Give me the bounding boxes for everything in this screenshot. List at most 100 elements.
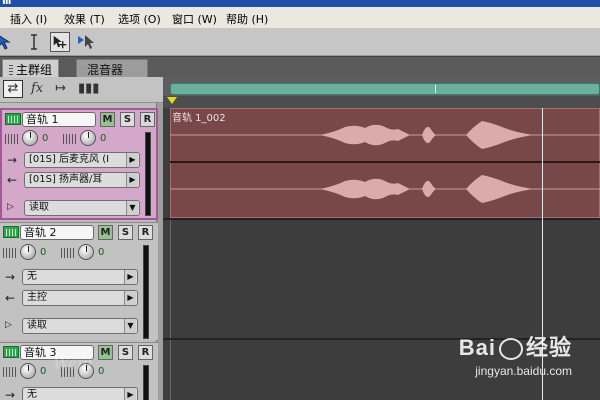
solo-button[interactable]: S	[118, 225, 133, 240]
chevron-right-icon: ▶	[124, 291, 136, 305]
playhead-marker-icon[interactable]	[167, 97, 177, 104]
zoom-navigator-bar[interactable]	[170, 83, 600, 95]
menu-window[interactable]: 窗口 (W)	[172, 11, 217, 27]
watermark-brand-left: Bai	[458, 335, 496, 360]
chevron-right-icon: ▶	[126, 173, 138, 187]
tab-main-session[interactable]: 主群组	[2, 59, 60, 77]
input-select-value: [01S] 后麦克风 (I	[29, 154, 110, 165]
pan-bars-icon	[61, 248, 75, 258]
audio-track-icon	[3, 346, 19, 358]
volume-value: 0	[42, 133, 49, 144]
tab-grip-icon	[9, 65, 13, 76]
track-2[interactable]: 音轨 2 M S R 0 0 → 无 ▶ ← 主控 ▶ ▷ 读取 ▼	[0, 222, 158, 340]
hybrid-select-icon[interactable]	[76, 32, 96, 52]
watermark-url: jingyan.baidu.com	[475, 364, 572, 378]
input-select-value: 无	[27, 389, 37, 400]
menu-options[interactable]: 选项 (O)	[118, 11, 161, 27]
input-arrow-icon: →	[5, 270, 16, 284]
volume-bars-icon	[5, 134, 19, 144]
tab-main-session-label: 主群组	[16, 63, 53, 77]
volume-bars-icon	[3, 367, 17, 377]
faint-watermark-logo: Wem	[52, 352, 93, 374]
output-select[interactable]: [01S] 扬声器/耳 ▶	[24, 172, 140, 188]
volume-bars-icon	[3, 248, 17, 258]
volume-value: 0	[40, 366, 47, 377]
input-select[interactable]: [01S] 后麦克风 (I ▶	[24, 152, 140, 168]
input-row: → [01S] 后麦克风 (I ▶	[5, 152, 140, 169]
record-arm-button[interactable]: R	[138, 225, 153, 240]
track-name-field[interactable]: 音轨 2	[20, 225, 94, 240]
output-row: ← [01S] 扬声器/耳 ▶	[5, 172, 140, 189]
track-name-field[interactable]: 音轨 1	[22, 112, 96, 127]
pan-knob[interactable]	[80, 130, 96, 146]
move-copy-icon[interactable]	[50, 32, 70, 52]
input-arrow-icon: →	[7, 153, 18, 167]
move-arrow-icon[interactable]	[0, 32, 14, 52]
lane-separator	[163, 218, 600, 220]
mute-button[interactable]: M	[100, 112, 115, 127]
input-arrow-icon: →	[5, 388, 16, 400]
record-arm-button[interactable]: R	[138, 345, 153, 360]
level-meter	[145, 132, 151, 216]
automation-select-value: 读取	[29, 202, 49, 213]
input-row: → 无 ▶	[3, 269, 138, 286]
chevron-right-icon: ▶	[124, 388, 136, 400]
panel-tabs: 主群组 混音器	[0, 57, 600, 77]
output-row: ← 主控 ▶	[3, 290, 138, 307]
menu-effects[interactable]: 效果 (T)	[64, 11, 105, 27]
audio-track-icon	[5, 113, 21, 125]
send-icon[interactable]: ↦	[55, 81, 66, 96]
chevron-down-icon: ▼	[124, 319, 136, 333]
pan-value: 0	[98, 366, 105, 377]
output-select-value: [01S] 扬声器/耳	[29, 174, 103, 185]
input-select-value: 无	[27, 271, 37, 282]
chevron-down-icon: ▼	[126, 201, 138, 215]
record-arm-button[interactable]: R	[140, 112, 155, 127]
menu-help[interactable]: 帮助 (H)	[226, 11, 268, 27]
input-row: → 无 ▶	[3, 387, 138, 400]
solo-button[interactable]: S	[118, 345, 133, 360]
expand-triangle-icon[interactable]: ▷	[5, 320, 12, 330]
volume-knob[interactable]	[20, 244, 36, 260]
title-bar: Ⅲ	[0, 0, 600, 7]
navigator-notch	[435, 85, 436, 93]
mute-button[interactable]: M	[98, 345, 113, 360]
automation-select[interactable]: 读取 ▼	[24, 200, 140, 216]
automation-select[interactable]: 读取 ▼	[22, 318, 138, 334]
output-arrow-icon: ←	[7, 173, 18, 187]
expand-triangle-icon[interactable]: ▷	[7, 202, 14, 212]
volume-knob[interactable]	[22, 130, 38, 146]
app-icon: Ⅲ	[2, 0, 12, 7]
output-select[interactable]: 主控 ▶	[22, 290, 138, 306]
level-meter	[143, 245, 149, 339]
watermark-brand: Bai 经验	[459, 330, 572, 362]
input-select[interactable]: 无 ▶	[22, 269, 138, 285]
clip-waveform	[170, 121, 600, 203]
pan-value: 0	[100, 133, 107, 144]
time-ruler[interactable]	[163, 96, 600, 108]
track-1[interactable]: 音轨 1 M S R 0 0 → [01S] 后麦克风 (I ▶ ← [01S]…	[0, 108, 158, 220]
paw-logo-icon	[498, 338, 523, 361]
automation-row: ▷ 读取 ▼	[5, 200, 140, 217]
input-select[interactable]: 无 ▶	[22, 387, 138, 400]
i-beam-icon[interactable]	[24, 32, 44, 52]
output-select-value: 主控	[27, 292, 47, 303]
routing-icon[interactable]: ⇄	[3, 80, 23, 98]
menu-insert[interactable]: 插入 (I)	[10, 11, 47, 27]
automation-row: ▷ 读取 ▼	[3, 318, 138, 335]
menu-bar: 插入 (I) 效果 (T) 选项 (O) 窗口 (W) 帮助 (H)	[0, 7, 600, 29]
output-arrow-icon: ←	[5, 291, 16, 305]
pan-knob[interactable]	[78, 244, 94, 260]
pan-value: 0	[98, 247, 105, 258]
volume-pan-row: 0 0	[5, 130, 135, 148]
fx-icon[interactable]: fx	[31, 81, 43, 96]
tab-mixer-label: 混音器	[87, 63, 124, 77]
volume-pan-row: 0 0	[3, 244, 133, 262]
audio-track-icon	[3, 226, 19, 238]
eq-icon[interactable]: ▮▮▮	[78, 81, 99, 96]
mute-button[interactable]: M	[98, 225, 113, 240]
volume-knob[interactable]	[20, 363, 36, 379]
tab-mixer[interactable]: 混音器	[76, 59, 148, 77]
solo-button[interactable]: S	[120, 112, 135, 127]
watermark-brand-right: 经验	[525, 335, 572, 360]
